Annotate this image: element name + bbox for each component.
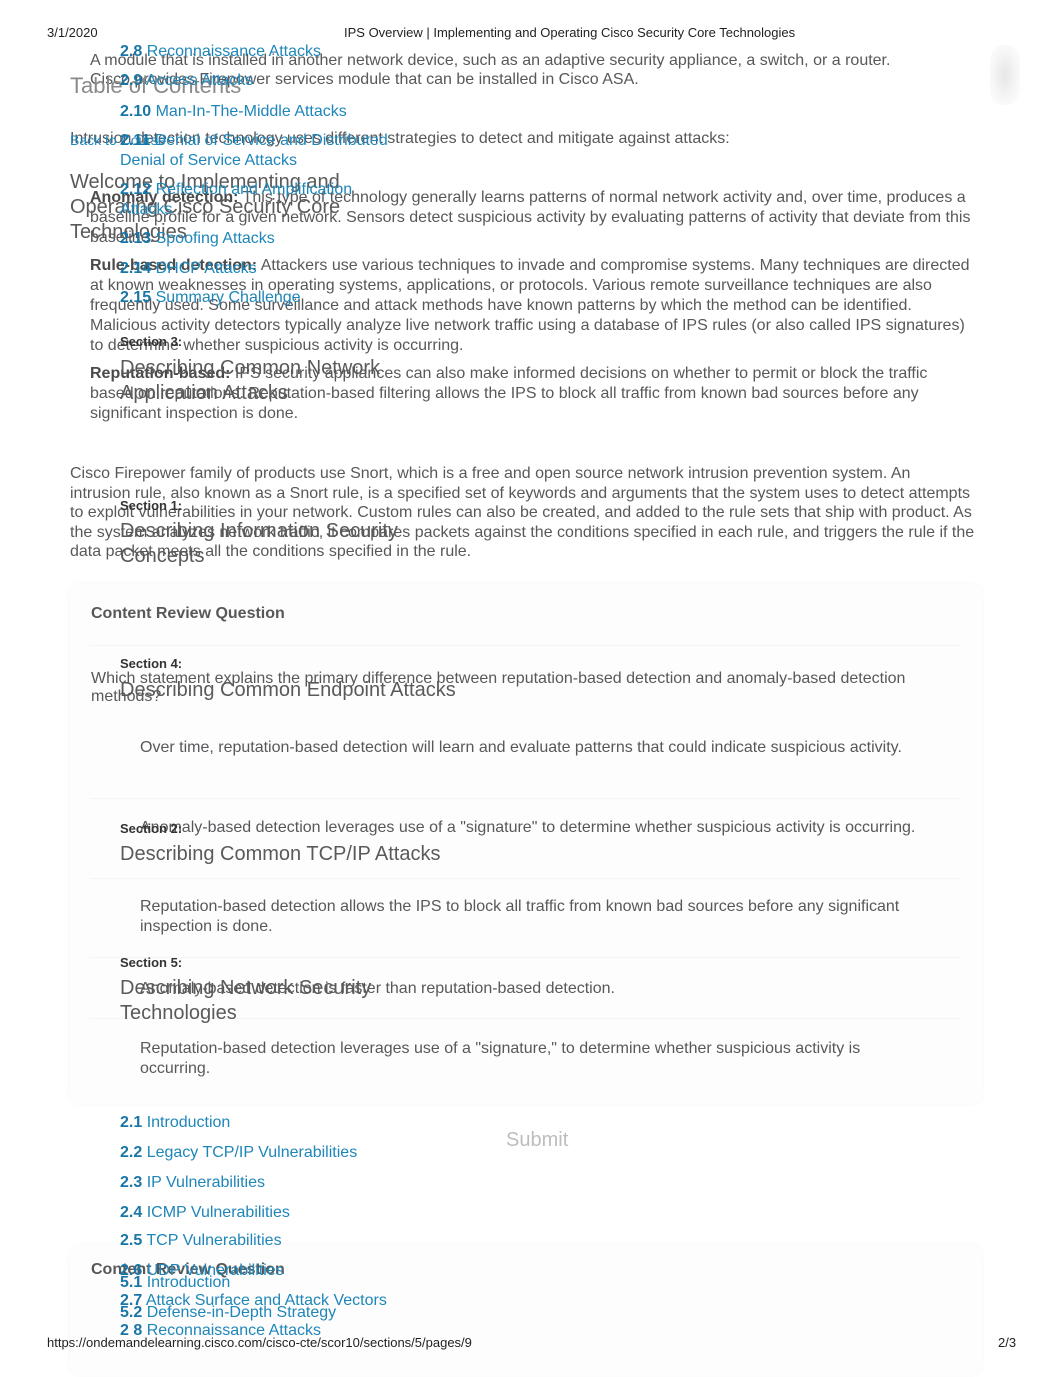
toc-label: Attacks <box>120 201 173 218</box>
toc-num: 2.13 <box>120 230 152 247</box>
divider <box>90 645 960 646</box>
toc-num: 2.8 <box>120 43 143 60</box>
toc-link-2-11[interactable]: 2.11 Denial of Service and Distributed De… <box>120 131 388 171</box>
toc-label: Defense-in-Depth Strategy <box>146 1304 337 1321</box>
print-page-title: IPS Overview | Implementing and Operatin… <box>344 25 796 40</box>
section-title-line: Describing Information Security <box>120 520 398 542</box>
toc-label: Summary Challenge <box>155 289 301 306</box>
toc-link-2-5[interactable]: 2.5 TCP Vulnerabilities <box>120 1231 282 1251</box>
section-title-line: Describing Common Endpoint Attacks <box>120 679 456 701</box>
toc-num: 2.15 <box>120 289 152 306</box>
section-2-label: Section 2: <box>120 821 183 836</box>
toc-link-2-12[interactable]: 2.12 Reflection and Amplification Attacks <box>120 180 352 220</box>
toc-link-2-1[interactable]: 2.1 Introduction <box>120 1113 230 1133</box>
toc-link-5-1[interactable]: 5.1 Introduction <box>120 1273 230 1293</box>
toc-link-2-15[interactable]: 2.15 Summary Challenge <box>120 288 301 308</box>
answer-option-1[interactable]: Over time, reputation-based detection wi… <box>140 738 920 758</box>
section-3-label: Section 3: <box>120 334 183 349</box>
toc-num: 2.14 <box>120 260 152 277</box>
section-3-title[interactable]: Describing Common Network Application At… <box>120 356 380 406</box>
section-title-line: Application Attacks <box>120 382 288 404</box>
toc-num: 2.11 <box>120 132 151 149</box>
toc-label: TCP Vulnerabilities <box>146 1232 282 1249</box>
print-page-number: 2/3 <box>998 1335 1017 1350</box>
toc-label: Denial of Service and Distributed <box>154 132 388 149</box>
toc-label: Spoofing Attacks <box>155 230 275 247</box>
toc-num: 2.1 <box>120 1114 143 1131</box>
section-title-line: Describing Network Security <box>120 977 372 999</box>
toc-label: Introduction <box>146 1114 231 1131</box>
section-title-line: Concepts <box>120 545 205 567</box>
review-title: Content Review Question <box>91 605 285 622</box>
toc-num: 2.5 <box>120 1232 143 1249</box>
toc-link-5-2[interactable]: 5.2 Defense-in-Depth Strategy <box>120 1303 336 1323</box>
divider <box>90 957 960 958</box>
section-1-title[interactable]: Describing Information Security Concepts <box>120 519 398 569</box>
toc-link-2-14[interactable]: 2.14 DHCP Attacks <box>120 259 257 279</box>
answer-option-5[interactable]: Reputation-based detection leverages use… <box>140 1039 920 1079</box>
answer-option-3[interactable]: Reputation-based detection allows the IP… <box>140 897 920 937</box>
section-4-label: Section 4: <box>120 656 183 671</box>
submit-button[interactable]: Submit <box>500 1128 574 1153</box>
toc-num: 5.2 <box>120 1304 143 1321</box>
toc-label: Denial of Service Attacks <box>120 152 297 169</box>
scrollbar-thumb[interactable] <box>990 45 1020 105</box>
toc-label: Access Attacks <box>145 72 254 89</box>
toc-label: Legacy TCP/IP Vulnerabilities <box>146 1144 358 1161</box>
toc-num: 2.12 <box>120 181 152 198</box>
toc-label: DHCP Attacks <box>155 260 257 277</box>
section-5-title[interactable]: Describing Network Security Technologies <box>120 976 371 1026</box>
toc-link-2-3[interactable]: 2.3 IP Vulnerabilities <box>120 1173 265 1193</box>
toc-link-2-4[interactable]: 2.4 ICMP Vulnerabilities <box>120 1203 290 1223</box>
divider <box>90 878 960 879</box>
toc-num: 2.4 <box>120 1204 143 1221</box>
print-date: 3/1/2020 <box>47 25 98 40</box>
section-5-label: Section 5: <box>120 955 183 970</box>
toc-num: 2.2 <box>120 1144 143 1161</box>
toc-link-2-8[interactable]: 2.8 Reconnaissance Attacks <box>120 42 321 62</box>
section-title-line: Describing Common Network <box>120 357 381 379</box>
toc-label: IP Vulnerabilities <box>146 1174 265 1191</box>
section-title-line: Technologies <box>120 1002 237 1024</box>
divider <box>90 798 960 799</box>
section-title-line: Describing Common TCP/IP Attacks <box>120 843 441 865</box>
toc-label: ICMP Vulnerabilities <box>146 1204 290 1221</box>
toc-num: 2.10 <box>120 103 152 120</box>
toc-num: 2.9 <box>120 72 143 89</box>
section-1-label: Section 1: <box>120 498 183 513</box>
toc-label: Introduction <box>146 1274 231 1291</box>
toc-label: Man-In-The-Middle Attacks <box>155 103 347 120</box>
toc-label: Reconnaissance Attacks <box>146 43 322 60</box>
toc-num: 2.3 <box>120 1174 143 1191</box>
toc-link-2-13[interactable]: 2.13 Spoofing Attacks <box>120 229 275 249</box>
toc-num: 5.1 <box>120 1274 143 1291</box>
print-url: https://ondemandelearning.cisco.com/cisc… <box>47 1335 472 1350</box>
toc-label: Reflection and Amplification <box>155 181 353 198</box>
section-2-title[interactable]: Describing Common TCP/IP Attacks <box>120 842 441 867</box>
answer-option-2[interactable]: Anomaly-based detection leverages use of… <box>140 818 920 838</box>
toc-link-2-2[interactable]: 2.2 Legacy TCP/IP Vulnerabilities <box>120 1143 357 1163</box>
toc-link-2-9[interactable]: 2.9 Access Attacks <box>120 71 253 91</box>
section-4-title[interactable]: Describing Common Endpoint Attacks <box>120 678 456 703</box>
toc-link-2-10[interactable]: 2.10 Man-In-The-Middle Attacks <box>120 102 347 122</box>
